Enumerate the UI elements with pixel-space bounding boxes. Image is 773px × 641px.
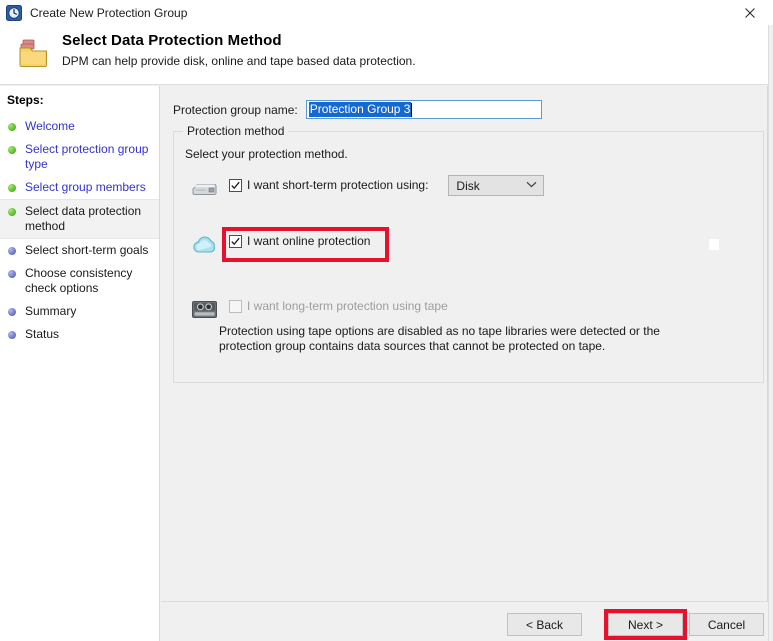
window-right-edge: [768, 25, 773, 641]
back-button[interactable]: < Back: [507, 613, 582, 636]
short-term-media-value: Disk: [456, 178, 480, 193]
page-subtitle: DPM can help provide disk, online and ta…: [62, 54, 416, 68]
sidebar-item-label: Select data protection method: [25, 204, 142, 233]
wizard-content: Protection group name: Protection Group …: [161, 86, 773, 601]
sidebar-item-label: Select group members: [25, 180, 146, 194]
cancel-button[interactable]: Cancel: [689, 613, 764, 636]
long-term-protection-row: I want long-term protection using tape: [191, 299, 448, 323]
step-bullet-icon: [8, 308, 16, 316]
close-icon[interactable]: [727, 0, 773, 25]
tape-icon: [191, 299, 221, 323]
sidebar-item-select-group-members[interactable]: Select group members: [0, 176, 159, 199]
step-bullet-icon: [8, 331, 16, 339]
tape-disabled-note: Protection using tape options are disabl…: [219, 324, 660, 353]
text-caret: [411, 102, 413, 117]
disk-icon: [191, 178, 221, 202]
short-term-media-select[interactable]: Disk: [448, 175, 545, 196]
short-term-protection-row: I want short-term protection using: Disk: [191, 175, 545, 202]
sidebar-item-label: Status: [25, 327, 60, 341]
cloud-icon: [191, 234, 221, 258]
long-term-protection-label: I want long-term protection using tape: [247, 299, 448, 313]
chevron-down-icon: [526, 181, 537, 190]
protection-group-name-row: Protection group name: Protection Group …: [173, 100, 542, 119]
sidebar-item-welcome[interactable]: Welcome: [0, 115, 159, 138]
short-term-protection-checkbox[interactable]: [229, 179, 242, 192]
sidebar-item-summary[interactable]: Summary: [0, 300, 159, 323]
sidebar-item-select-data-protection-method[interactable]: Select data protection method: [0, 199, 159, 239]
step-bullet-icon: [8, 208, 16, 216]
sidebar-item-label: Choose consistency check options: [25, 266, 133, 295]
steps-sidebar: Steps: Welcome Select protection group t…: [0, 86, 160, 641]
sidebar-item-label: Select protection group type: [25, 142, 149, 171]
check-icon: [231, 181, 240, 190]
protection-group-name-value: Protection Group 3: [308, 102, 412, 117]
steps-heading: Steps:: [7, 93, 44, 107]
white-artifact: [709, 239, 719, 250]
page-title: Select Data Protection Method: [62, 32, 282, 49]
online-protection-label: I want online protection: [247, 234, 371, 248]
step-bullet-icon: [8, 146, 16, 154]
wizard-footer: < Back Next > Cancel Help: [161, 601, 773, 641]
step-bullet-icon: [8, 270, 16, 278]
online-protection-checkbox[interactable]: [229, 235, 242, 248]
sidebar-item-status[interactable]: Status: [0, 323, 159, 346]
step-bullet-icon: [8, 247, 16, 255]
steps-list: Welcome Select protection group type Sel…: [0, 115, 159, 346]
sidebar-item-select-protection-group-type[interactable]: Select protection group type: [0, 138, 159, 176]
protection-group-name-label: Protection group name:: [173, 102, 298, 117]
short-term-protection-label: I want short-term protection using:: [247, 178, 429, 192]
check-icon: [231, 237, 240, 246]
clock-icon: [6, 4, 22, 21]
window-title: Create New Protection Group: [30, 5, 188, 20]
sidebar-item-label: Summary: [25, 304, 77, 318]
sidebar-item-label: Welcome: [25, 119, 75, 133]
sidebar-item-select-short-term-goals[interactable]: Select short-term goals: [0, 239, 159, 262]
folder-icon: [18, 37, 54, 71]
long-term-protection-checkbox[interactable]: [229, 300, 242, 313]
sidebar-item-label: Select short-term goals: [25, 243, 149, 257]
sidebar-item-choose-consistency-check-options[interactable]: Choose consistency check options: [0, 262, 159, 300]
wizard-header: Select Data Protection Method DPM can he…: [0, 25, 773, 85]
next-button[interactable]: Next >: [608, 613, 683, 636]
window-titlebar: Create New Protection Group: [0, 0, 773, 25]
protection-method-legend: Protection method: [183, 124, 289, 138]
step-bullet-icon: [8, 184, 16, 192]
create-protection-group-wizard: Create New Protection Group Select Data …: [0, 0, 773, 641]
online-protection-row: I want online protection: [191, 234, 370, 258]
step-bullet-icon: [8, 123, 16, 131]
protection-group-name-input[interactable]: Protection Group 3: [305, 100, 542, 119]
protection-method-description: Select your protection method.: [185, 147, 348, 161]
